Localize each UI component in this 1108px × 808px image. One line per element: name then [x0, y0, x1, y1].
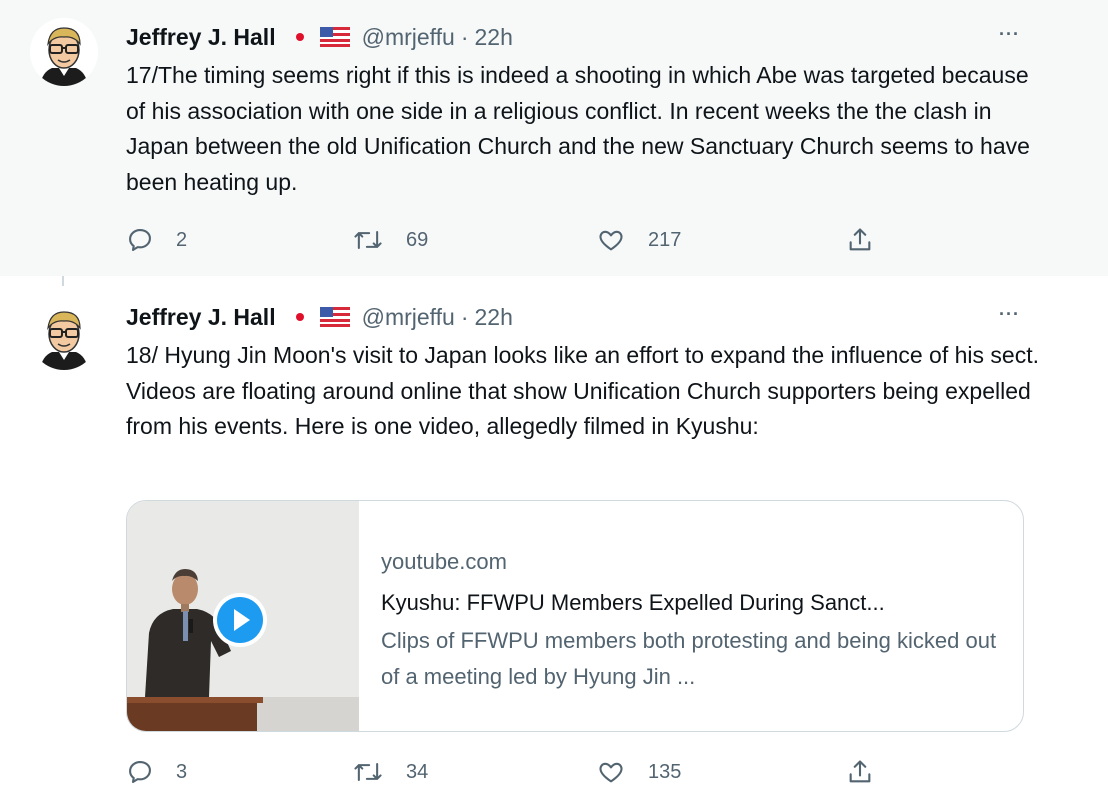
more-options-icon[interactable]: ···: [999, 24, 1020, 45]
more-options-icon[interactable]: ···: [999, 304, 1020, 325]
like-count: 217: [648, 228, 682, 251]
author-handle[interactable]: @mrjeffu: [362, 24, 455, 51]
like-button[interactable]: 135: [596, 754, 681, 790]
like-count: 135: [648, 760, 682, 783]
us-flag-icon: [319, 307, 350, 327]
card-description: Clips of FFWPU members both protesting a…: [381, 628, 997, 689]
tweet-text: 17/The timing seems right if this is ind…: [126, 62, 1030, 195]
reply-button[interactable]: 2: [126, 222, 187, 258]
tweet-17[interactable]: Jeffrey J. Hall @mrjeffu · 22h ··· 17/Th…: [0, 0, 1108, 276]
tweet-header: Jeffrey J. Hall @mrjeffu · 22h: [126, 22, 513, 52]
us-flag-icon: [319, 27, 350, 47]
separator-dot: ·: [460, 23, 469, 50]
avatar[interactable]: [30, 18, 98, 86]
link-preview-card[interactable]: youtube.com Kyushu: FFWPU Members Expell…: [126, 500, 1024, 732]
tweet-header: Jeffrey J. Hall @mrjeffu · 22h: [126, 302, 513, 332]
reply-button[interactable]: 3: [126, 754, 187, 790]
author-handle[interactable]: @mrjeffu: [362, 304, 455, 331]
avatar-cartoon-image: [30, 18, 98, 86]
timestamp[interactable]: 22h: [475, 304, 513, 331]
reply-count: 2: [176, 228, 188, 251]
card-body: youtube.com Kyushu: FFWPU Members Expell…: [381, 545, 1001, 695]
avatar[interactable]: [30, 302, 98, 370]
avatar-cartoon-image: [30, 302, 98, 370]
like-button[interactable]: 217: [596, 222, 681, 258]
card-domain: youtube.com: [381, 549, 507, 574]
japan-flag-icon: [292, 309, 308, 325]
tweet-text: 18/ Hyung Jin Moon's visit to Japan look…: [126, 342, 1039, 439]
author-name[interactable]: Jeffrey J. Hall: [126, 24, 276, 51]
play-button[interactable]: [213, 593, 267, 647]
retweet-icon: [354, 230, 382, 250]
reply-icon: [129, 761, 151, 783]
video-thumbnail[interactable]: [127, 501, 359, 731]
share-icon: [849, 228, 871, 251]
tweet-actions: 2 69 217: [126, 222, 906, 258]
card-title[interactable]: Kyushu: FFWPU Members Expelled During Sa…: [381, 585, 1001, 621]
separator-dot: ·: [460, 303, 469, 330]
retweet-count: 34: [406, 760, 429, 783]
heart-icon: [599, 230, 623, 251]
tweet-18[interactable]: Jeffrey J. Hall @mrjeffu · 22h ··· 18/ H…: [0, 286, 1108, 808]
retweet-button[interactable]: 69: [352, 222, 428, 258]
japan-flag-icon: [292, 29, 308, 45]
retweet-button[interactable]: 34: [352, 754, 428, 790]
play-icon: [217, 597, 263, 643]
heart-icon: [599, 762, 623, 783]
reply-icon: [129, 229, 151, 251]
retweet-count: 69: [406, 228, 429, 251]
retweet-icon: [354, 762, 382, 782]
author-name[interactable]: Jeffrey J. Hall: [126, 304, 276, 331]
share-button[interactable]: [846, 754, 874, 790]
tweet-actions: 3 34 135: [126, 754, 906, 790]
timestamp[interactable]: 22h: [475, 24, 513, 51]
reply-count: 3: [176, 760, 188, 783]
share-button[interactable]: [846, 222, 874, 258]
share-icon: [849, 760, 871, 783]
